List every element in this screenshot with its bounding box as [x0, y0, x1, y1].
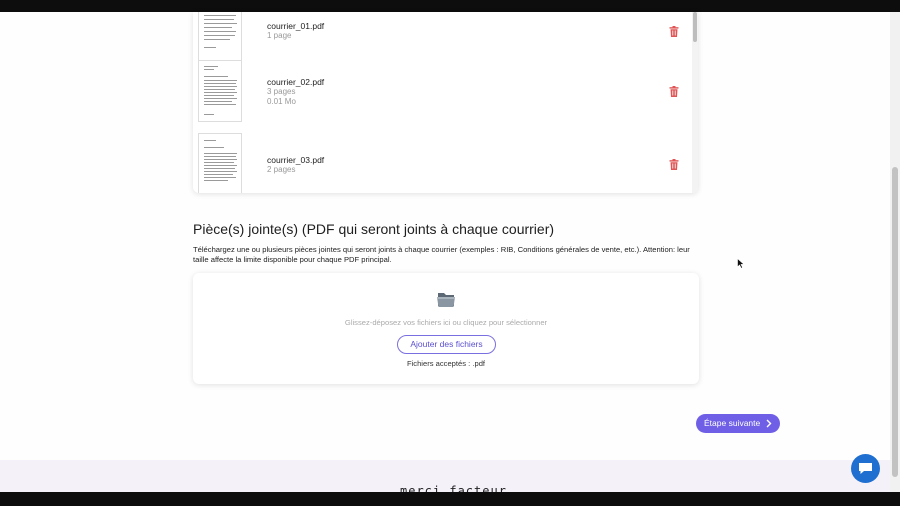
- attachments-description: Téléchargez une ou plusieurs pièces join…: [193, 245, 690, 264]
- uploaded-files-list[interactable]: courrier_01.pdf 1 page courrier_02.pdf 3…: [193, 12, 698, 193]
- next-step-label: Étape suivante: [704, 418, 761, 428]
- attachments-dropzone[interactable]: Glissez-déposez vos fichiers ici ou cliq…: [193, 273, 699, 384]
- file-pages: 2 pages: [267, 165, 296, 174]
- file-pages: 3 pages: [267, 87, 296, 96]
- file-row: courrier_03.pdf 2 pages: [193, 133, 690, 193]
- pdf-thumbnail: [198, 133, 242, 193]
- file-list-scrollbar-thumb[interactable]: [693, 12, 697, 42]
- browser-top-bar: [0, 0, 900, 12]
- trash-icon[interactable]: [669, 86, 679, 97]
- page-scrollbar-thumb[interactable]: [892, 167, 898, 477]
- add-files-button[interactable]: Ajouter des fichiers: [397, 335, 496, 354]
- folder-icon: [437, 293, 455, 307]
- drop-hint: Glissez-déposez vos fichiers ici ou cliq…: [344, 318, 548, 327]
- file-size: 0.01 Mo: [267, 97, 296, 106]
- chevron-right-icon: [766, 419, 772, 428]
- file-name: courrier_03.pdf: [267, 155, 325, 165]
- trash-icon[interactable]: [669, 159, 679, 170]
- file-row: courrier_02.pdf 3 pages 0.01 Mo: [193, 60, 690, 132]
- footer: merci facteur: [0, 460, 890, 492]
- pdf-thumbnail: [198, 60, 242, 122]
- file-name: courrier_01.pdf: [267, 21, 325, 31]
- pdf-thumbnail: [198, 12, 242, 62]
- browser-bottom-bar: [0, 492, 900, 506]
- page-scrollbar[interactable]: [890, 12, 900, 492]
- attachments-title: Pièce(s) jointe(s) (PDF qui seront joint…: [193, 221, 555, 237]
- file-name: courrier_02.pdf: [267, 77, 325, 87]
- mouse-cursor-icon: [737, 258, 745, 269]
- footer-logo[interactable]: merci facteur: [400, 484, 507, 492]
- trash-icon[interactable]: [669, 26, 679, 37]
- accepted-file-types: Fichiers acceptés : .pdf: [406, 359, 486, 368]
- next-step-button[interactable]: Étape suivante: [696, 414, 780, 433]
- chat-icon: [859, 463, 872, 474]
- file-pages: 1 page: [267, 31, 292, 40]
- chat-button[interactable]: [851, 454, 880, 483]
- file-list-scrollbar[interactable]: [692, 12, 698, 193]
